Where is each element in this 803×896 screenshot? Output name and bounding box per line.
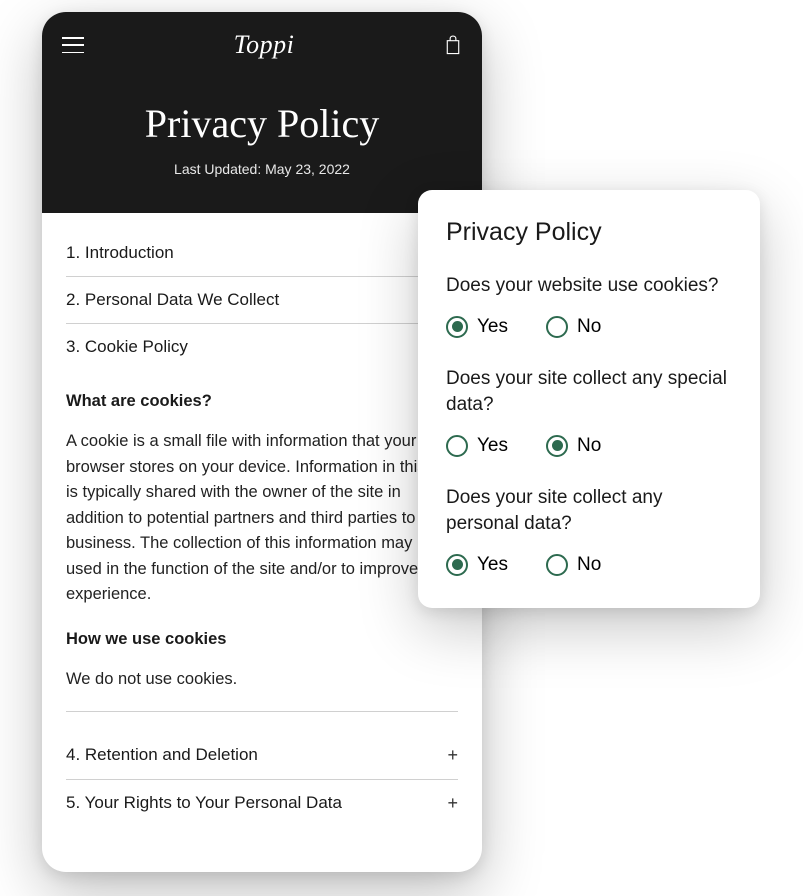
toc-label: 5. Your Rights to Your Personal Data [66, 793, 342, 813]
question-cookies: Does your website use cookies? [446, 273, 732, 300]
body-text-cookies-def: A cookie is a small file with informatio… [66, 429, 458, 608]
radio-special-yes[interactable]: Yes [446, 435, 508, 457]
phone-header: Toppi Privacy Policy Last Updated: May 2… [42, 12, 482, 213]
last-updated-text: Last Updated: May 23, 2022 [62, 161, 462, 177]
toc-label: 2. Personal Data We Collect [66, 290, 279, 310]
expand-icon: + [447, 745, 458, 766]
radio-row-personal-data: Yes No [446, 554, 732, 576]
radio-label: Yes [477, 554, 508, 576]
radio-circle-icon [446, 435, 468, 457]
toc-label: 1. Introduction [66, 243, 174, 263]
shopping-bag-icon[interactable] [444, 35, 462, 55]
radio-label: Yes [477, 316, 508, 338]
radio-cookies-yes[interactable]: Yes [446, 316, 508, 338]
radio-circle-icon [446, 554, 468, 576]
radio-personal-no[interactable]: No [546, 554, 601, 576]
phone-topbar: Toppi [62, 30, 462, 60]
toc-item-retention[interactable]: 4. Retention and Deletion + [66, 732, 458, 780]
privacy-policy-preview-card: Toppi Privacy Policy Last Updated: May 2… [42, 12, 482, 872]
question-personal-data: Does your site collect any personal data… [446, 485, 732, 538]
privacy-policy-form-card: Privacy Policy Does your website use coo… [418, 190, 760, 608]
radio-label: No [577, 435, 601, 457]
radio-row-cookies: Yes No [446, 316, 732, 338]
radio-cookies-no[interactable]: No [546, 316, 601, 338]
radio-personal-yes[interactable]: Yes [446, 554, 508, 576]
toc-label: 3. Cookie Policy [66, 337, 188, 357]
body-text-cookies-use: We do not use cookies. [66, 667, 458, 712]
expand-icon: + [447, 793, 458, 814]
toc-item-cookie-policy[interactable]: 3. Cookie Policy [66, 324, 458, 370]
radio-special-no[interactable]: No [546, 435, 601, 457]
radio-label: Yes [477, 435, 508, 457]
page-title: Privacy Policy [62, 100, 462, 147]
toc-item-your-rights[interactable]: 5. Your Rights to Your Personal Data + [66, 780, 458, 827]
radio-label: No [577, 554, 601, 576]
radio-circle-icon [546, 435, 568, 457]
hamburger-menu-icon[interactable] [62, 37, 84, 53]
toc-item-personal-data[interactable]: 2. Personal Data We Collect [66, 277, 458, 324]
toc-label: 4. Retention and Deletion [66, 745, 258, 765]
form-title: Privacy Policy [446, 218, 732, 247]
radio-row-special-data: Yes No [446, 435, 732, 457]
radio-circle-icon [546, 316, 568, 338]
radio-circle-icon [446, 316, 468, 338]
subheading-what-are-cookies: What are cookies? [66, 392, 458, 411]
radio-circle-icon [546, 554, 568, 576]
brand-logo: Toppi [234, 30, 295, 60]
subheading-how-we-use-cookies: How we use cookies [66, 630, 458, 649]
phone-body: 1. Introduction 2. Personal Data We Coll… [42, 213, 482, 827]
radio-label: No [577, 316, 601, 338]
question-special-data: Does your site collect any special data? [446, 366, 732, 419]
toc-item-introduction[interactable]: 1. Introduction [66, 243, 458, 277]
